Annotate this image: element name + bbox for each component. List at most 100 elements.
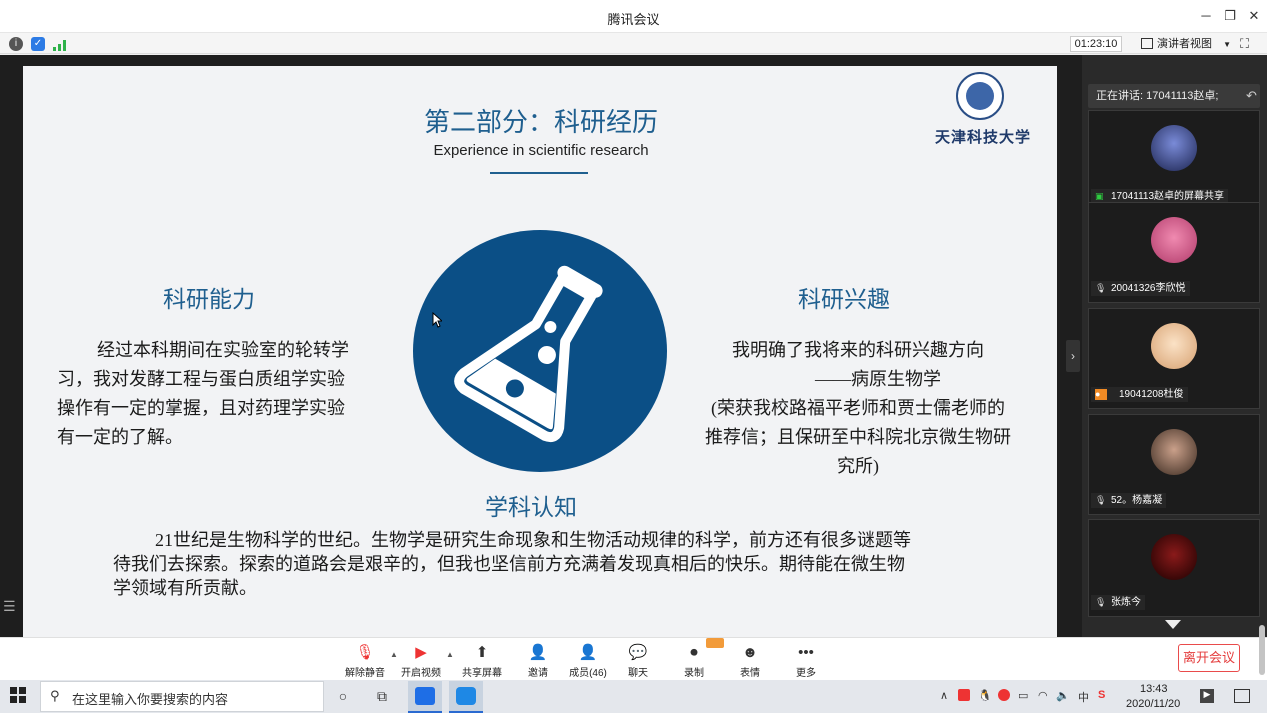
cortana-icon[interactable]: ○ xyxy=(333,686,353,706)
research-interest-heading: 科研兴趣 xyxy=(798,286,890,312)
tray-expand-icon[interactable]: ∧ xyxy=(940,689,948,702)
participant-tile[interactable]: 20041326李欣悦 🎙 xyxy=(1088,202,1260,303)
toggle-panel-button[interactable]: › xyxy=(1066,340,1080,372)
volume-icon[interactable]: 🔈 xyxy=(1056,689,1070,702)
tray-app-icon[interactable]: ▶ xyxy=(1200,689,1214,703)
invite-label: 邀请 xyxy=(528,668,548,679)
task-view-icon[interactable]: ⧉ xyxy=(372,686,392,706)
app-icon xyxy=(456,687,476,705)
avatar xyxy=(1151,429,1197,475)
share-screen-button[interactable]: ⬆ 共享屏幕 xyxy=(455,644,509,679)
search-placeholder: 在这里输入你要搜索的内容 xyxy=(72,692,229,707)
close-icon[interactable]: ✕ xyxy=(1243,6,1265,26)
mic-muted-icon: 🎙 xyxy=(1095,495,1107,505)
text-line: 21世纪是生物科学的世纪。生物学是研究生命现象和生物活动规律的科学，前方还有很多… xyxy=(155,530,911,550)
notification-icon[interactable] xyxy=(1234,689,1250,703)
tray-app-icon[interactable] xyxy=(998,689,1010,701)
list-menu-icon[interactable]: ☰ xyxy=(3,598,21,614)
speaking-indicator: 正在讲话: 17041113赵卓; xyxy=(1088,84,1260,108)
text-line: 习，我对发酵工程与蛋白质组学实验 xyxy=(57,369,345,389)
participant-tile[interactable]: 17041113赵卓的屏幕共享 ▣ xyxy=(1088,110,1260,211)
university-name: 天津科技大学 xyxy=(934,130,1031,146)
text-line: 推荐信；且保研至中科院北京微生物研 xyxy=(705,427,1011,447)
text-line: 究所) xyxy=(837,456,879,476)
taskbar-app-active[interactable] xyxy=(449,681,483,713)
shield-icon[interactable]: ✓ xyxy=(31,37,45,51)
qq-icon[interactable]: 🐧 xyxy=(978,689,992,702)
avatar xyxy=(1151,217,1197,263)
more-button[interactable]: ••• 更多 xyxy=(779,644,833,679)
new-badge xyxy=(706,638,724,648)
research-ability-heading: 科研能力 xyxy=(163,286,255,312)
window-title: 腾讯会议 xyxy=(607,12,660,27)
emoji-label: 表情 xyxy=(740,668,760,679)
chevron-up-icon[interactable]: ▲ xyxy=(446,650,454,659)
unmute-button[interactable]: 🎙 解除静音 xyxy=(338,644,392,679)
text-line: 学领域有所贡献。 xyxy=(113,578,257,598)
minimize-icon[interactable]: ─ xyxy=(1195,6,1217,26)
members-icon: 👤 xyxy=(578,644,598,661)
search-icon: ⚲ xyxy=(50,688,60,703)
tencent-meeting-icon xyxy=(415,687,435,705)
participant-tile[interactable]: 张炼今 🎙 xyxy=(1088,519,1260,617)
signal-icon[interactable] xyxy=(53,38,67,51)
emoji-button[interactable]: ☻ 表情 xyxy=(723,644,777,679)
add-user-icon: 👤 xyxy=(528,644,548,661)
start-video-button[interactable]: ▶ 开启视频 xyxy=(394,644,448,679)
avatar xyxy=(1151,323,1197,369)
flask-illustration xyxy=(413,230,667,472)
participant-tile[interactable]: 52。杨嘉凝 🎙 xyxy=(1088,414,1260,515)
text-line: 待我们去探索。探索的道路会是艰辛的，但我也坚信前方充满着发现真相后的快乐。期待能… xyxy=(113,554,905,574)
avatar xyxy=(1151,125,1197,171)
unmute-label: 解除静音 xyxy=(345,668,385,679)
clock-time[interactable]: 13:43 xyxy=(1140,683,1168,695)
text-line: (荣获我校路福平老师和贾士儒老师的 xyxy=(711,398,1005,418)
fullscreen-icon[interactable]: ⛶ xyxy=(1240,36,1256,52)
sogou-icon[interactable]: S xyxy=(1098,689,1112,703)
info-icon[interactable]: i xyxy=(9,37,23,51)
chat-label: 聊天 xyxy=(628,668,648,679)
ime-indicator[interactable]: 中 xyxy=(1078,689,1089,705)
members-button[interactable]: 👤 成员(46) xyxy=(561,644,615,679)
research-interest-text: 我明确了我将来的科研兴趣方向 ——病原生物学 (荣获我校路福平老师和贾士儒老师的… xyxy=(683,336,1033,481)
presenter-view-label: 演讲者视图 xyxy=(1157,38,1212,50)
camera-off-icon: ▶ xyxy=(415,644,427,661)
taskbar-app-meeting[interactable] xyxy=(408,681,442,713)
meeting-timer: 01:23:10 xyxy=(1070,36,1122,52)
discipline-text: 21世纪是生物科学的世纪。生物学是研究生命现象和生物活动规律的科学，前方还有很多… xyxy=(113,528,993,600)
members-label: 成员(46) xyxy=(569,668,607,679)
share-screen-icon: ⬆ xyxy=(475,644,489,661)
text-line: 有一定的了解。 xyxy=(57,427,183,447)
avatar xyxy=(1151,534,1197,580)
screen-share-icon: ▣ xyxy=(1095,191,1104,201)
participant-tile[interactable]: 19041208杜俊 ● xyxy=(1088,308,1260,409)
host-icon: ● xyxy=(1095,389,1107,400)
record-button[interactable]: ⏺ 录制 xyxy=(667,644,721,679)
tray-app-icon[interactable] xyxy=(958,689,970,701)
mic-muted-icon: 🎙 xyxy=(1095,283,1107,293)
scroll-down-icon[interactable] xyxy=(1165,620,1181,629)
start-video-label: 开启视频 xyxy=(401,668,441,679)
mic-off-icon: 🎙 xyxy=(355,644,375,661)
leave-meeting-button[interactable]: 离开会议 xyxy=(1178,644,1240,672)
share-screen-label: 共享屏幕 xyxy=(462,668,502,679)
presenter-view-button[interactable]: 演讲者视图 ▼ xyxy=(1157,36,1247,52)
battery-icon[interactable]: ▭ xyxy=(1018,689,1028,702)
restore-icon[interactable]: ❐ xyxy=(1219,6,1241,26)
discipline-heading: 学科认知 xyxy=(485,494,577,520)
flask-icon xyxy=(454,265,603,443)
clock-date[interactable]: 2020/11/20 xyxy=(1126,698,1180,710)
windows-start-icon[interactable] xyxy=(10,687,26,703)
scrollbar[interactable] xyxy=(1259,625,1265,675)
invite-button[interactable]: 👤 邀请 xyxy=(511,644,565,679)
smile-icon: ☻ xyxy=(742,644,758,661)
collapse-panel-icon[interactable]: ↶ xyxy=(1246,88,1257,104)
chat-icon: 💬 xyxy=(628,644,648,661)
wifi-icon[interactable]: ◠ xyxy=(1038,689,1048,702)
slide-subtitle: Experience in scientific research xyxy=(433,142,649,159)
more-icon: ••• xyxy=(798,644,814,661)
cursor-icon xyxy=(432,312,442,328)
chat-button[interactable]: 💬 聊天 xyxy=(611,644,665,679)
record-label: 录制 xyxy=(684,668,704,679)
text-line: 操作有一定的掌握，且对药理学实验 xyxy=(57,398,345,418)
